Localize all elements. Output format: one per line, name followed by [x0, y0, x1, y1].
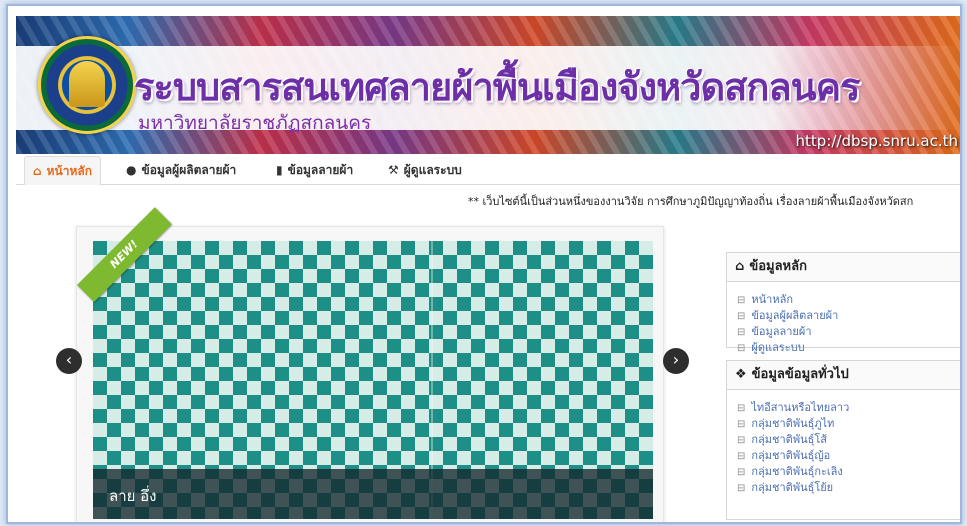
list-item[interactable]: ⊟ ข้อมูลลายผ้า [737, 324, 960, 340]
main-info-panel: ⌂ ข้อมูลหลัก ⊟ หน้าหลัก ⊟ ข้อมูลผู้ผลิตลายผ… [726, 252, 960, 354]
list-bullet-icon: ⊟ [737, 403, 746, 414]
user-icon: ● [126, 163, 137, 177]
home-icon: ⌂ [33, 164, 42, 178]
wrench-icon: ⚒ [388, 163, 399, 177]
slider-next-button[interactable]: › [663, 348, 689, 374]
list-item[interactable]: ⊟ ผู้ดูแลระบบ [737, 340, 960, 356]
university-logo [38, 36, 136, 134]
book-icon: ▮ [276, 163, 283, 177]
list-item[interactable]: ⊟ ข้อมูลผู้ผลิตลายผ้า [737, 308, 960, 324]
nav-item-admin[interactable]: ⚒ ผู้ดูแลระบบ [380, 156, 470, 184]
caption-bar: ลาย อึ่ง [93, 469, 653, 519]
list-bullet-icon: ⊟ [737, 295, 746, 306]
list-bullet-icon: ⊟ [737, 327, 746, 338]
list-item[interactable]: ⊟ กลุ่มชาติพันธุ์ญ้อ [737, 448, 960, 464]
list-bullet-icon: ⊟ [737, 343, 746, 354]
main-info-list: ⊟ หน้าหลัก ⊟ ข้อมูลผู้ผลิตลายผ้า ⊟ ข้อมูลลา… [727, 282, 960, 364]
general-info-list: ⊟ ไทอีสานหรือไทยลาว ⊟ กลุ่มชาติพันธุ์ภูไท … [727, 390, 960, 504]
list-bullet-icon: ⊟ [737, 419, 746, 430]
chevron-left-icon: ‹ [65, 350, 73, 369]
panel-title: ข้อมูลข้อมูลทั่วไป [751, 367, 849, 382]
page-frame: ระบบสารสนเทศลายผ้าพื้นเมืองจังหวัดสกลนคร… [6, 4, 962, 524]
general-info-panel: ❖ ข้อมูลข้อมูลทั่วไป ⊟ ไทอีสานหรือไทยลาว ⊟… [726, 360, 960, 520]
list-item[interactable]: ⊟ กลุ่มชาติพันธุ์โย้ย [737, 480, 960, 496]
nav-item-producers[interactable]: ● ข้อมูลผู้ผลิตลายผ้า [118, 156, 244, 184]
panel-title: ข้อมูลหลัก [749, 259, 807, 274]
main-nav: ⌂ หน้าหลัก ● ข้อมูลผู้ผลิตลายผ้า ▮ ข้อมูลลา… [16, 156, 960, 185]
list-bullet-icon: ⊟ [737, 467, 746, 478]
site-url: http://dbsp.snru.ac.th [795, 132, 958, 150]
list-item[interactable]: ⊟ หน้าหลัก [737, 292, 960, 308]
list-bullet-icon: ⊟ [737, 483, 746, 494]
site-subtitle: มหาวิทยาลัยราชภัฏสกลนคร [138, 112, 372, 134]
list-item[interactable]: ⊟ กลุ่มชาติพันธุ์โส้ [737, 432, 960, 448]
slide-caption: ลาย อึ่ง [109, 487, 157, 505]
list-item[interactable]: ⊟ กลุ่มชาติพันธุ์ภูไท [737, 416, 960, 432]
list-bullet-icon: ⊟ [737, 451, 746, 462]
info-icon: ❖ [735, 367, 747, 382]
image-slider: NEW! ลาย อึ่ง [76, 207, 664, 522]
home-icon: ⌂ [735, 259, 745, 274]
slider-prev-button[interactable]: ‹ [56, 348, 82, 374]
list-item[interactable]: ⊟ กลุ่มชาติพันธุ์กะเลิง [737, 464, 960, 480]
list-bullet-icon: ⊟ [737, 311, 746, 322]
list-bullet-icon: ⊟ [737, 435, 746, 446]
nav-item-home[interactable]: ⌂ หน้าหลัก [24, 156, 101, 185]
announcement-marquee: ** เว็บไซต์นี้เป็นส่วนหนึ่งของงานวิจัย ก… [468, 195, 914, 208]
header-banner: ระบบสารสนเทศลายผ้าพื้นเมืองจังหวัดสกลนคร… [16, 16, 960, 154]
chevron-right-icon: › [672, 350, 680, 369]
list-item[interactable]: ⊟ ไทอีสานหรือไทยลาว [737, 400, 960, 416]
nav-item-patterns[interactable]: ▮ ข้อมูลลายผ้า [268, 156, 361, 184]
